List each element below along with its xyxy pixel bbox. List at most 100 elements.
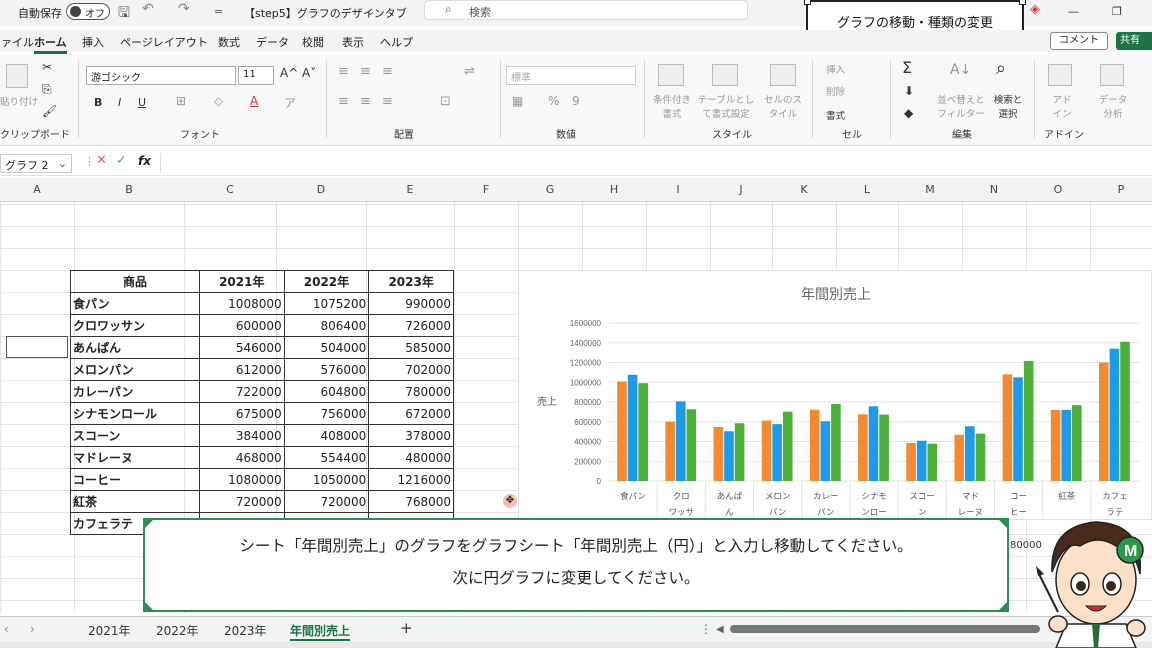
- sales-value-cell[interactable]: 726000: [368, 314, 454, 337]
- sales-value-cell[interactable]: 468000: [198, 446, 285, 469]
- sales-value-cell[interactable]: 480000: [368, 446, 454, 469]
- sales-value-cell[interactable]: 1216000: [368, 468, 454, 491]
- sheet-tab-2021[interactable]: 2021年: [88, 622, 131, 639]
- product-name-cell[interactable]: あんぱん: [70, 336, 200, 359]
- menu-insert[interactable]: 挿入: [82, 34, 104, 50]
- sales-value-cell[interactable]: 1008000: [198, 292, 285, 315]
- sales-value-cell[interactable]: 600000: [198, 314, 285, 337]
- comma-icon[interactable]: 9: [572, 94, 580, 108]
- sales-value-cell[interactable]: 504000: [283, 336, 370, 359]
- sales-value-cell[interactable]: 554400: [283, 446, 370, 469]
- sales-value-cell[interactable]: 1050000: [283, 468, 370, 491]
- col-header-o[interactable]: O: [1026, 183, 1090, 196]
- fx-icon[interactable]: fx: [138, 154, 151, 168]
- col-header-h[interactable]: H: [582, 183, 646, 196]
- sales-value-cell[interactable]: 672000: [368, 402, 454, 425]
- col-header-f[interactable]: F: [454, 183, 518, 196]
- col-header-l[interactable]: L: [836, 183, 898, 196]
- sales-value-cell[interactable]: 384000: [198, 424, 285, 447]
- sales-value-cell[interactable]: 408000: [283, 424, 370, 447]
- save-icon[interactable]: 🖫: [118, 2, 130, 26]
- shrink-font-icon[interactable]: A˅: [302, 66, 316, 80]
- col-header-c[interactable]: C: [184, 183, 276, 196]
- col-header-n[interactable]: N: [962, 183, 1026, 196]
- conditional-format-icon[interactable]: [658, 64, 684, 86]
- merge-icon[interactable]: ⊡: [440, 94, 451, 109]
- copy-icon[interactable]: ⎘: [42, 82, 52, 97]
- percent-icon[interactable]: %: [548, 94, 559, 108]
- sales-value-cell[interactable]: 722000: [198, 380, 285, 403]
- menu-file[interactable]: ファイル: [0, 34, 34, 50]
- table-format-icon[interactable]: [712, 64, 738, 86]
- tab-scroll-right-icon[interactable]: ›: [30, 622, 35, 636]
- col-header-m[interactable]: M: [898, 183, 962, 196]
- cut-icon[interactable]: ✂: [42, 60, 52, 74]
- sales-chart[interactable]: 年間別売上 売上 1600000 1400000 1200000 1000000 80000…: [518, 270, 1152, 520]
- align-top-icon[interactable]: ≡: [338, 64, 349, 79]
- search-box[interactable]: ⌕ 検索: [424, 0, 748, 20]
- menu-page-layout[interactable]: ページレイアウト: [120, 34, 208, 50]
- chevron-down-icon[interactable]: ⌄: [366, 5, 375, 18]
- sheet-tab-2022[interactable]: 2022年: [156, 622, 199, 639]
- col-header-k[interactable]: K: [772, 183, 836, 196]
- table-header[interactable]: 2021年: [198, 270, 285, 293]
- sales-value-cell[interactable]: 612000: [198, 358, 285, 381]
- col-header-d[interactable]: D: [276, 183, 366, 196]
- align-middle-icon[interactable]: ≡: [360, 64, 371, 79]
- sales-value-cell[interactable]: 768000: [368, 490, 454, 513]
- col-header-i[interactable]: I: [646, 183, 710, 196]
- undo-icon[interactable]: ↶: [142, 1, 154, 17]
- align-left-icon[interactable]: ≡: [338, 94, 349, 109]
- table-header[interactable]: 商品: [70, 270, 200, 293]
- customize-icon[interactable]: =: [214, 5, 223, 18]
- sales-value-cell[interactable]: 546000: [198, 336, 285, 359]
- sales-value-cell[interactable]: 780000: [368, 380, 454, 403]
- comment-button[interactable]: コメント: [1050, 32, 1108, 50]
- enter-icon[interactable]: ✓: [116, 153, 127, 168]
- format-cells-button[interactable]: 書式: [826, 108, 845, 122]
- menu-formulas[interactable]: 数式: [218, 34, 240, 50]
- product-name-cell[interactable]: 食パン: [70, 292, 200, 315]
- table-header[interactable]: 2023年: [368, 270, 454, 293]
- product-name-cell[interactable]: スコーン: [70, 424, 200, 447]
- sort-filter-icon[interactable]: A↓: [950, 62, 971, 78]
- col-header-a[interactable]: A: [0, 183, 74, 196]
- tab-scroll-left-icon[interactable]: ‹: [4, 622, 9, 636]
- sales-value-cell[interactable]: 702000: [368, 358, 454, 381]
- cell-style-icon[interactable]: [770, 64, 796, 86]
- fill-color-icon[interactable]: ◇: [214, 94, 223, 108]
- grow-font-icon[interactable]: A^: [280, 66, 298, 80]
- font-size-select[interactable]: 11: [238, 66, 274, 85]
- bold-button[interactable]: B: [94, 96, 102, 109]
- product-name-cell[interactable]: コーヒー: [70, 468, 200, 491]
- menu-view[interactable]: 表示: [342, 34, 364, 50]
- sales-value-cell[interactable]: 806400: [283, 314, 370, 337]
- addin-icon[interactable]: [1048, 64, 1072, 86]
- sales-value-cell[interactable]: 990000: [368, 292, 454, 315]
- sales-value-cell[interactable]: 604800: [283, 380, 370, 403]
- sheet-tab-2023[interactable]: 2023年: [224, 622, 267, 639]
- minimize-icon[interactable]: —: [1068, 5, 1079, 18]
- product-name-cell[interactable]: メロンパン: [70, 358, 200, 381]
- font-name-select[interactable]: 游ゴシック: [86, 66, 236, 85]
- menu-review[interactable]: 校閲: [302, 34, 324, 50]
- scroll-left-icon[interactable]: ◀: [716, 624, 724, 635]
- copilot-icon[interactable]: ◈: [1030, 2, 1040, 17]
- autosum-icon[interactable]: Σ: [902, 58, 912, 77]
- col-header-j[interactable]: J: [710, 183, 772, 196]
- sales-value-cell[interactable]: 1080000: [198, 468, 285, 491]
- format-painter-icon[interactable]: 🖌: [42, 104, 57, 118]
- sales-value-cell[interactable]: 720000: [283, 490, 370, 513]
- file-name[interactable]: 【step5】グラフのデザインタブ: [244, 5, 407, 21]
- sales-value-cell[interactable]: 378000: [368, 424, 454, 447]
- font-color-icon[interactable]: A: [250, 94, 258, 108]
- menu-data[interactable]: データ: [256, 34, 289, 50]
- fill-icon[interactable]: ⬇: [904, 84, 914, 98]
- italic-button[interactable]: I: [118, 96, 121, 109]
- sales-value-cell[interactable]: 720000: [198, 490, 285, 513]
- col-header-e[interactable]: E: [366, 183, 454, 196]
- product-name-cell[interactable]: シナモンロール: [70, 402, 200, 425]
- paste-icon[interactable]: [6, 64, 28, 88]
- autosave-toggle[interactable]: オフ: [66, 3, 110, 20]
- formula-input[interactable]: [160, 153, 1152, 172]
